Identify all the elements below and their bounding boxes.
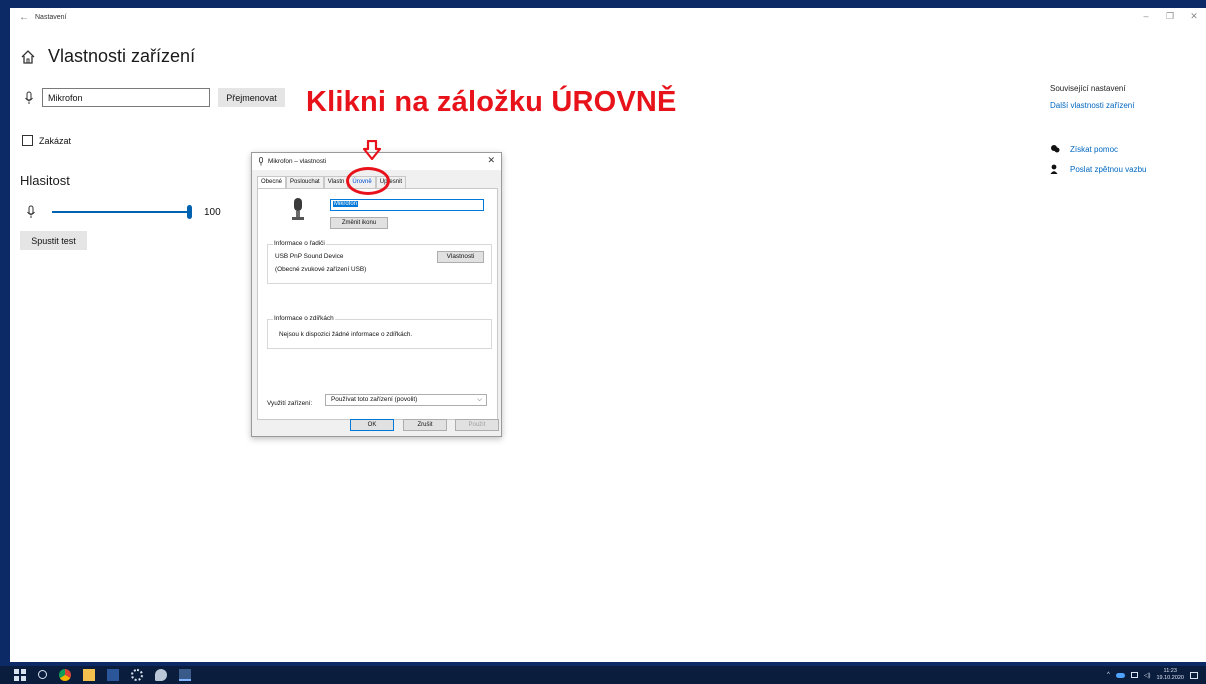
- back-arrow-icon[interactable]: ←: [19, 12, 29, 23]
- apply-button[interactable]: Použít: [455, 419, 499, 431]
- tab-custom[interactable]: Vlastn: [323, 176, 349, 188]
- disable-row: Zakázat: [22, 135, 71, 146]
- dialog-title: Mikrofon – vlastnosti: [268, 158, 327, 165]
- dialog-name-field[interactable]: Mikrofon: [330, 199, 484, 211]
- close-icon[interactable]: ✕: [1182, 11, 1206, 22]
- microphone-icon: [259, 157, 263, 166]
- device-name-input[interactable]: [42, 88, 210, 107]
- controller-info-legend: Informace o řadiči: [273, 240, 326, 247]
- maximize-icon[interactable]: ❐: [1158, 11, 1182, 22]
- change-icon-button[interactable]: Změnit ikonu: [330, 217, 388, 229]
- jack-info-group: Informace o zdířkách Nejsou k dispozici …: [267, 315, 492, 349]
- microphone-icon: [25, 91, 33, 104]
- get-help-link[interactable]: Získat pomoc: [1050, 144, 1118, 154]
- slider-track: [52, 211, 192, 213]
- word-icon[interactable]: [107, 669, 119, 681]
- clock-date: 19.10.2020: [1156, 675, 1184, 681]
- related-title: Související nastavení: [1050, 84, 1126, 93]
- arrow-down-icon: [363, 140, 381, 160]
- slider-thumb[interactable]: [187, 205, 192, 219]
- annotation-text: Klikni na záložku ÚROVNĚ: [306, 86, 677, 118]
- start-test-button[interactable]: Spustit test: [20, 231, 87, 250]
- home-icon: [21, 49, 35, 64]
- cancel-button[interactable]: Zrušit: [403, 419, 447, 431]
- window-controls: – ❐ ✕: [1134, 11, 1206, 22]
- volume-value: 100: [204, 206, 221, 218]
- get-help-label: Získat pomoc: [1070, 144, 1119, 154]
- controller-info-group: Informace o řadiči USB PnP Sound Device …: [267, 240, 492, 284]
- settings-gear-icon[interactable]: [131, 669, 143, 681]
- search-icon[interactable]: [38, 670, 47, 679]
- chrome-icon[interactable]: [59, 669, 71, 681]
- related-settings: Související nastavení Další vlastnosti z…: [1050, 84, 1134, 110]
- system-tray: ^ ◁) 11:23 19.10.2020: [1107, 668, 1198, 682]
- paint-icon[interactable]: [155, 669, 167, 681]
- properties-button[interactable]: Vlastnosti: [437, 251, 484, 263]
- device-usage-select[interactable]: Používat toto zařízení (povolit) ⌵: [325, 394, 487, 406]
- controller-description: (Obecné zvukové zařízení USB): [275, 266, 367, 273]
- disable-checkbox[interactable]: [22, 135, 33, 146]
- volume-slider[interactable]: [52, 205, 192, 219]
- tray-chevron-icon[interactable]: ^: [1107, 672, 1110, 678]
- highlight-circle: [346, 167, 390, 195]
- onedrive-icon[interactable]: [1115, 672, 1125, 678]
- jack-info-legend: Informace o zdířkách: [273, 315, 335, 322]
- taskbar: ^ ◁) 11:23 19.10.2020: [0, 666, 1206, 684]
- rename-button[interactable]: Přejmenovat: [218, 88, 285, 107]
- network-icon[interactable]: [1130, 672, 1138, 678]
- feedback-icon: [1050, 164, 1058, 174]
- feedback-link[interactable]: Poslat zpětnou vazbu: [1050, 164, 1147, 174]
- volume-row: 100: [26, 205, 221, 219]
- app-icon[interactable]: [179, 669, 191, 681]
- jack-info-text: Nejsou k dispozici žádné informace o zdí…: [279, 331, 413, 338]
- speaker-icon[interactable]: ◁): [1144, 672, 1151, 679]
- help-icon: [1051, 145, 1060, 153]
- tab-listen[interactable]: Poslouchat: [286, 176, 324, 188]
- general-tab-panel: Mikrofon Změnit ikonu Informace o řadiči…: [257, 188, 498, 420]
- device-name-row: Přejmenovat: [24, 88, 285, 107]
- dialog-name-value: Mikrofon: [333, 201, 359, 207]
- page-title: Vlastnosti zařízení: [48, 46, 196, 66]
- device-usage-label: Využití zařízení:: [267, 400, 313, 407]
- taskbar-icons: [14, 669, 191, 681]
- clock-time: 11:23: [1163, 668, 1177, 674]
- clock[interactable]: 11:23 19.10.2020: [1156, 668, 1184, 682]
- more-device-properties-link[interactable]: Další vlastnosti zařízení: [1050, 101, 1134, 110]
- disable-label: Zakázat: [39, 135, 72, 146]
- notification-icon[interactable]: [1190, 671, 1198, 679]
- controller-name: USB PnP Sound Device: [275, 253, 344, 260]
- titlebar: ← Nastavení – ❐ ✕: [10, 8, 1206, 30]
- device-usage-value: Používat toto zařízení (povolit): [331, 396, 418, 403]
- properties-dialog: Mikrofon – vlastnosti ✕ Obecné Posloucha…: [251, 152, 502, 437]
- app-title: Nastavení: [35, 14, 67, 21]
- feedback-label: Poslat zpětnou vazbu: [1070, 164, 1147, 174]
- minimize-icon[interactable]: –: [1134, 11, 1158, 22]
- ok-button[interactable]: OK: [350, 419, 394, 431]
- page-title-row: Vlastnosti zařízení: [20, 46, 195, 67]
- volume-heading: Hlasitost: [20, 173, 70, 188]
- microphone-icon: [27, 205, 35, 218]
- chevron-down-icon: ⌵: [477, 396, 482, 403]
- dialog-close-icon[interactable]: ✕: [487, 155, 495, 166]
- microphone-device-icon: [292, 198, 304, 220]
- start-icon[interactable]: [14, 669, 26, 681]
- file-explorer-icon[interactable]: [83, 669, 95, 681]
